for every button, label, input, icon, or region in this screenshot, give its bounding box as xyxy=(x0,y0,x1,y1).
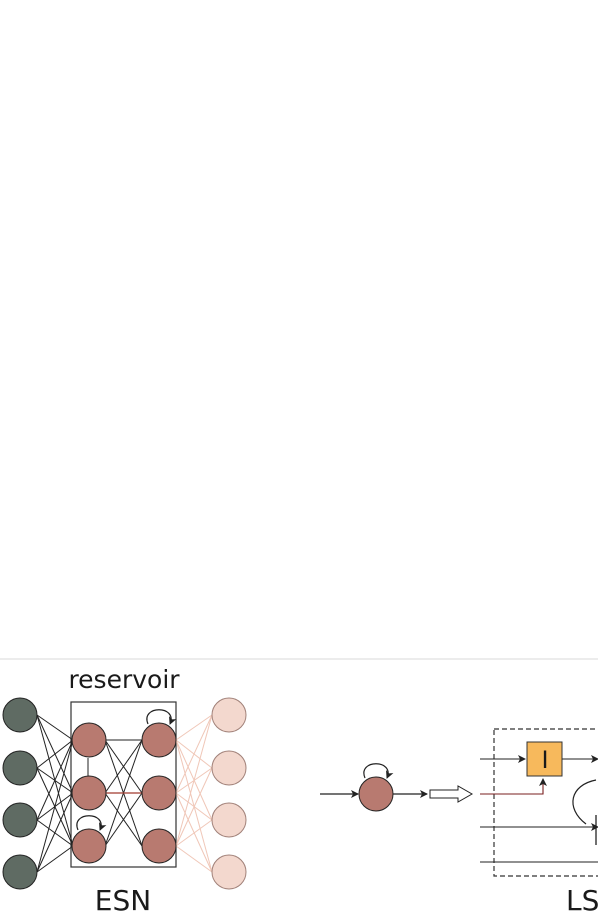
self-loop-arrow-icon xyxy=(363,763,394,779)
reservoir-label: reservoir xyxy=(68,665,180,694)
self-loop-arrow-icon xyxy=(76,815,107,831)
reservoir-node xyxy=(141,722,177,758)
reservoir-node xyxy=(71,722,107,758)
output-node xyxy=(211,697,247,733)
self-loop-arrow-icon xyxy=(146,709,177,725)
recurrent-neuron xyxy=(358,776,394,812)
input-gate-label: I xyxy=(541,746,548,774)
reservoir-node xyxy=(141,828,177,864)
reservoir-node xyxy=(71,775,107,811)
reservoir-node xyxy=(71,828,107,864)
lstm-label: LS xyxy=(566,884,598,917)
input-node xyxy=(2,854,38,890)
input-node xyxy=(2,750,38,786)
diagram-canvas: reservoir ESN I LS xyxy=(0,658,598,917)
lstm-diagram: I LS xyxy=(480,728,598,917)
hollow-right-arrow-icon xyxy=(429,785,474,803)
input-node xyxy=(2,802,38,838)
reservoir-node xyxy=(141,775,177,811)
esn-diagram: reservoir ESN xyxy=(2,665,247,917)
output-node xyxy=(211,750,247,786)
single-neuron-diagram xyxy=(320,763,474,812)
input-node xyxy=(2,697,38,733)
output-node xyxy=(211,802,247,838)
output-layer xyxy=(211,697,247,890)
output-node xyxy=(211,854,247,890)
output-connections xyxy=(175,714,213,873)
input-connections xyxy=(36,714,74,873)
esn-label: ESN xyxy=(95,884,151,917)
input-layer xyxy=(2,697,38,890)
